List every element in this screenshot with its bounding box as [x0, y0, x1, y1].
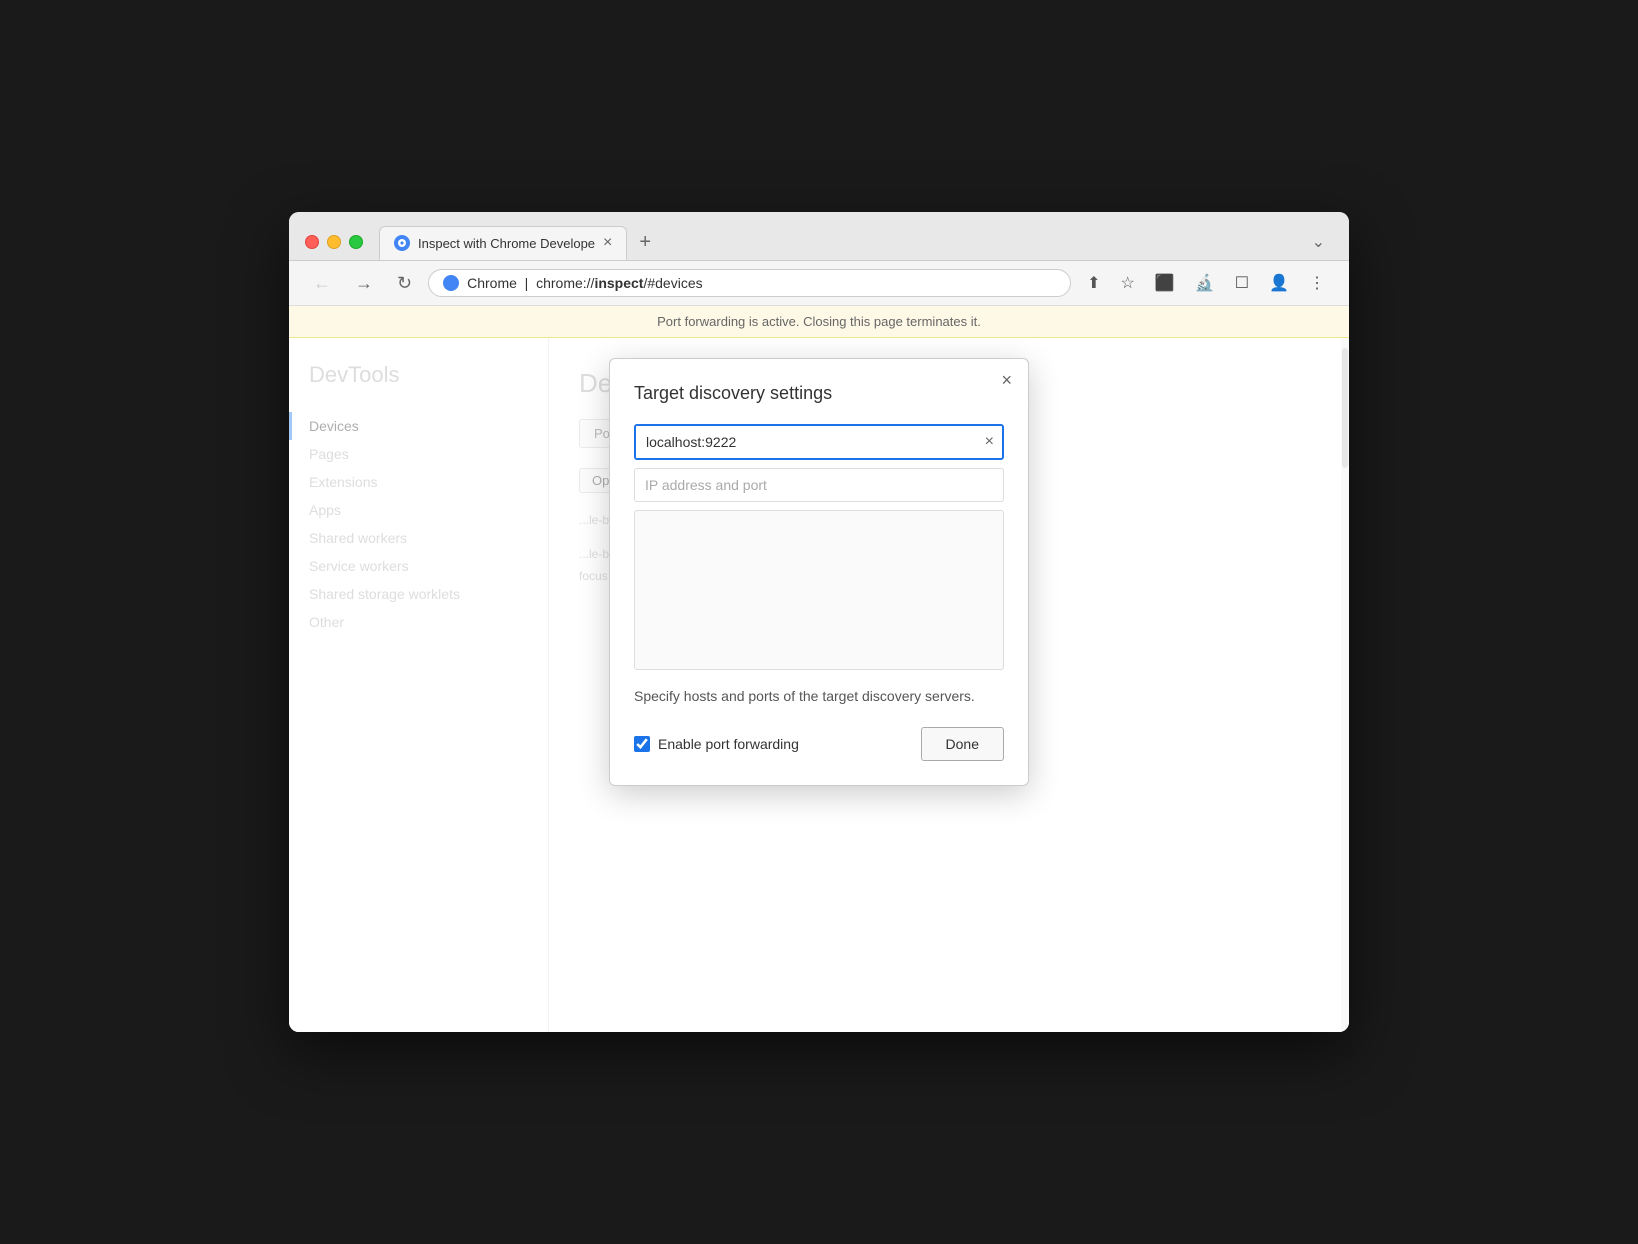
- share-button[interactable]: ⬆: [1079, 269, 1108, 297]
- hosts-textarea-area[interactable]: [634, 510, 1004, 670]
- notification-bar: Port forwarding is active. Closing this …: [289, 306, 1349, 338]
- target-discovery-modal: × Target discovery settings × IP address…: [609, 358, 1029, 786]
- address-bar[interactable]: Chrome | chrome://inspect/#devices: [428, 269, 1071, 297]
- input-clear-button[interactable]: ×: [977, 429, 1002, 455]
- description-text: Specify hosts and ports of the target di…: [634, 686, 1004, 707]
- menu-button[interactable]: ⋮: [1301, 269, 1333, 297]
- host-input-row: ×: [634, 424, 1004, 460]
- modal-title: Target discovery settings: [634, 383, 1004, 404]
- new-tab-button[interactable]: +: [627, 224, 663, 260]
- done-button[interactable]: Done: [921, 727, 1004, 761]
- address-prefix: Chrome: [467, 275, 517, 291]
- host-input[interactable]: [636, 426, 977, 458]
- address-url-label: chrome://: [536, 275, 594, 291]
- main-content: DevTools Devices Pages Extensions Apps S…: [289, 338, 1349, 1032]
- port-forwarding-label: Enable port forwarding: [658, 736, 799, 752]
- ip-address-placeholder[interactable]: IP address and port: [634, 468, 1004, 502]
- reader-mode-button[interactable]: ☐: [1227, 269, 1257, 297]
- nav-bar: ← → ↻ Chrome | chrome://inspect/#devices…: [289, 261, 1349, 306]
- minimize-traffic-light[interactable]: [327, 235, 341, 249]
- active-tab[interactable]: Inspect with Chrome Develope ×: [379, 226, 627, 260]
- address-url: chrome://inspect/#devices: [536, 275, 703, 291]
- port-forwarding-checkbox-label[interactable]: Enable port forwarding: [634, 736, 799, 752]
- port-forwarding-checkbox[interactable]: [634, 736, 650, 752]
- notification-text: Port forwarding is active. Closing this …: [657, 314, 981, 329]
- tab-favicon: [394, 235, 410, 251]
- nav-icons: ⬆ ☆ ⬛ 🔬 ☐ 👤 ⋮: [1079, 269, 1333, 297]
- forward-button[interactable]: →: [347, 270, 381, 296]
- tab-close-button[interactable]: ×: [603, 235, 612, 251]
- tab-label: Inspect with Chrome Develope: [418, 236, 595, 251]
- tab-chevron[interactable]: ⌄: [1304, 224, 1333, 260]
- address-url-bold: inspect: [594, 275, 643, 291]
- modal-close-button[interactable]: ×: [1001, 371, 1012, 389]
- traffic-lights: [305, 235, 363, 249]
- address-url-suffix: /#devices: [643, 275, 702, 291]
- modal-footer: Enable port forwarding Done: [634, 727, 1004, 761]
- devtools-button[interactable]: 🔬: [1187, 269, 1223, 297]
- ip-address-placeholder-text: IP address and port: [645, 477, 767, 493]
- modal-overlay: × Target discovery settings × IP address…: [289, 338, 1349, 1032]
- close-traffic-light[interactable]: [305, 235, 319, 249]
- extensions-button[interactable]: ⬛: [1147, 269, 1183, 297]
- back-button[interactable]: ←: [305, 270, 339, 296]
- title-bar: Inspect with Chrome Develope × + ⌄: [289, 212, 1349, 261]
- profile-button[interactable]: 👤: [1261, 269, 1297, 297]
- address-text: Chrome | chrome://inspect/#devices: [467, 275, 1056, 291]
- tab-bar: Inspect with Chrome Develope × + ⌄: [379, 224, 1333, 260]
- maximize-traffic-light[interactable]: [349, 235, 363, 249]
- reload-button[interactable]: ↻: [389, 270, 420, 296]
- browser-window: Inspect with Chrome Develope × + ⌄ ← → ↻…: [289, 212, 1349, 1032]
- bookmark-button[interactable]: ☆: [1113, 269, 1143, 297]
- address-favicon: [443, 275, 459, 291]
